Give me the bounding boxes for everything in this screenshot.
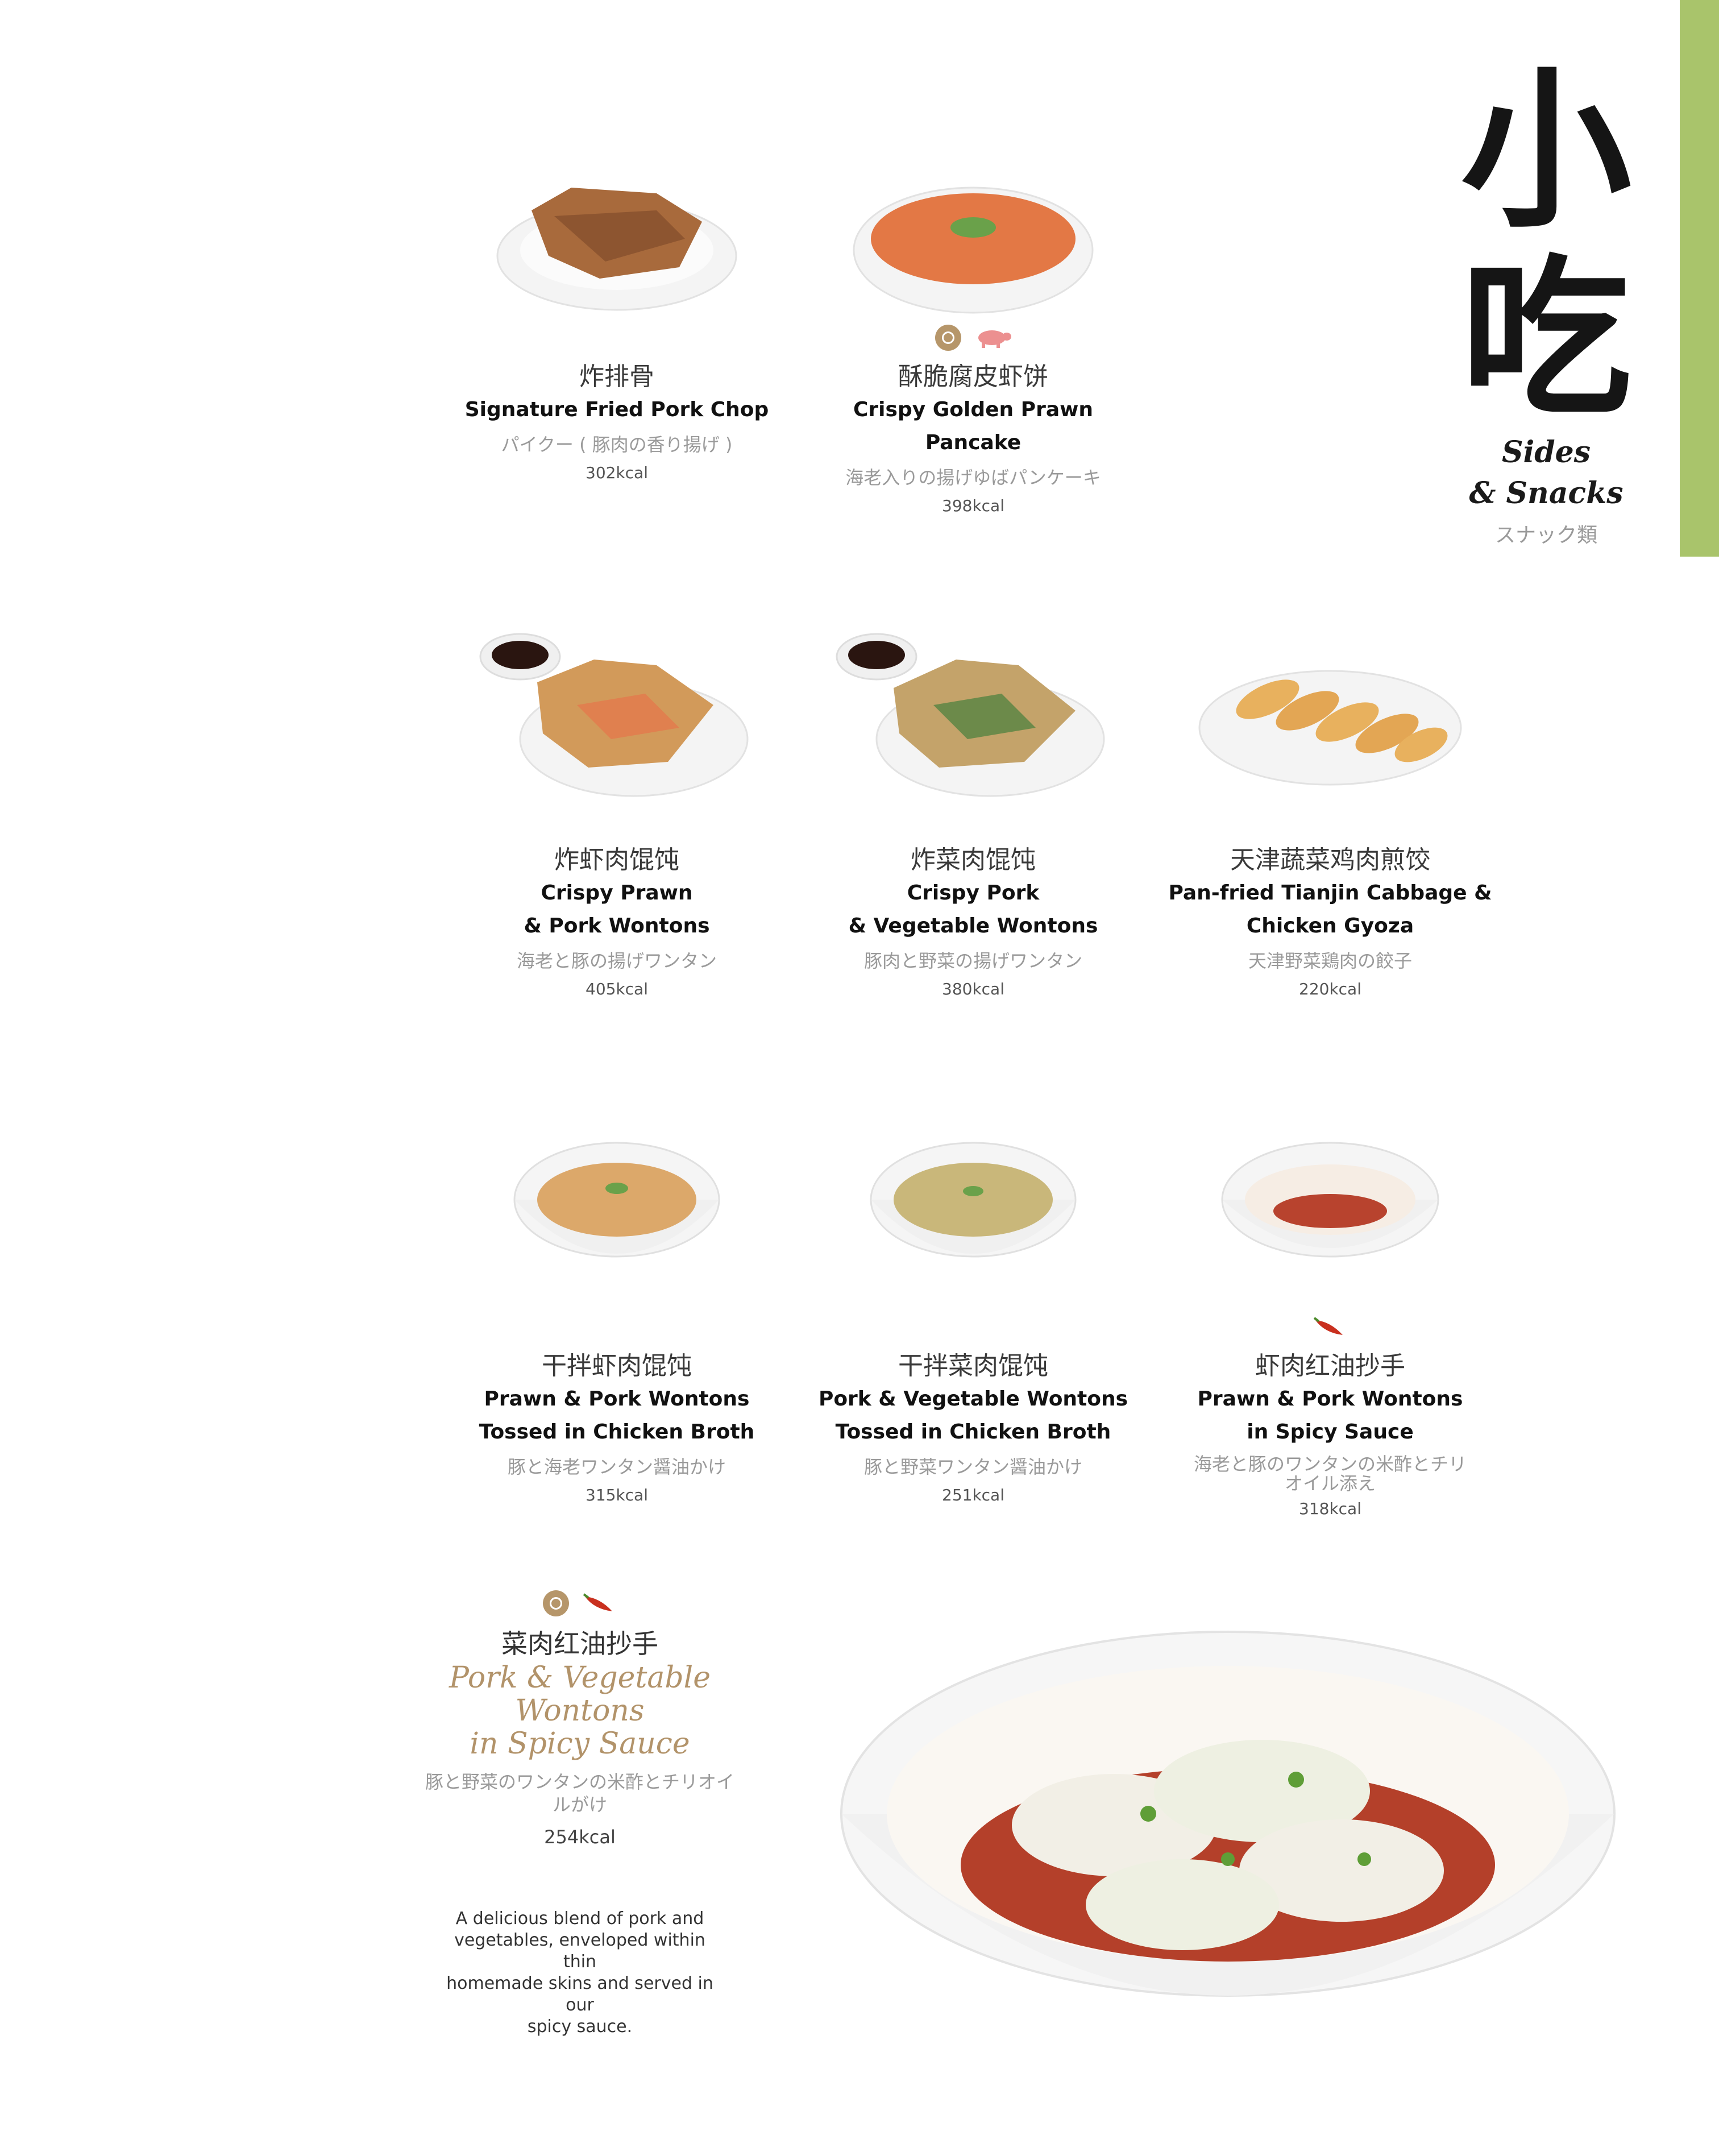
menu-item-prawn-pancake: 酥脆腐皮虾饼 Crispy Golden Prawn Pancake 海老入りの…: [803, 159, 1144, 517]
menu-item-pork-wontons-broth: 干拌菜肉馄饨 Pork & Vegetable Wontons Tossed i…: [803, 1137, 1144, 1507]
item-name-cn: 天津蔬菜鸡肉煎饺: [1230, 845, 1430, 874]
item-name-cn: 干拌菜肉馄饨: [898, 1351, 1048, 1380]
prawn-wontons-spicy-photo: [1221, 1142, 1439, 1258]
item-name-en-line1: Prawn & Pork Wontons: [1197, 1387, 1463, 1411]
section-title-en-line2: & Snacks: [1469, 476, 1624, 511]
item-name-cn: 酥脆腐皮虾饼: [898, 362, 1048, 391]
section-title-cn: 小吃: [1461, 50, 1631, 438]
feature-description: A delicious blend of pork and vegetables…: [438, 1908, 722, 2038]
feature-name-cn: 菜肉红油抄手: [501, 1628, 658, 1659]
item-name-en-line2: & Pork Wontons: [524, 914, 710, 938]
chili-icon: [583, 1593, 612, 1611]
section-title-jp: スナック類: [1494, 524, 1597, 547]
item-name-en: Crispy Golden Prawn Pancake: [853, 398, 1093, 454]
item-name-jp: 天津野菜鶏肉の餃子: [1248, 950, 1412, 972]
item-name-cn: 炸虾肉馄饨: [554, 845, 679, 874]
feature-item-pork-wontons-spicy: 菜肉红油抄手 Pork & Vegetable Wontons in Spicy…: [409, 1586, 750, 2038]
chili-icon: [1313, 1317, 1343, 1335]
item-kcal: 318kcal: [1299, 1499, 1361, 1518]
badge-row: [803, 321, 1144, 355]
feature-name-en-line1: Pork & Vegetable Wontons: [449, 1661, 711, 1728]
item-name-jp: 豚と海老ワンタン醤油かけ: [507, 1456, 726, 1478]
item-name-en-line1: Crispy Prawn: [541, 881, 693, 905]
item-name-jp: パイクー ( 豚肉の香り揚げ ): [501, 434, 733, 455]
item-name-en: Signature Fried Pork Chop: [464, 398, 769, 421]
feature-name-jp-line2: ルがけ: [552, 1794, 607, 1815]
item-name-en-line2: Tossed in Chicken Broth: [479, 1420, 755, 1444]
badge-row: [1160, 1310, 1501, 1344]
item-name-cn: 炸菜肉馄饨: [911, 845, 1036, 874]
pork-icon: [978, 330, 1011, 348]
item-kcal: 251kcal: [942, 1486, 1004, 1504]
item-name-en-line1: Crispy Pork: [907, 881, 1040, 905]
item-name-jp-line2: オイル添え: [1284, 1473, 1376, 1494]
signature-icon: [543, 1590, 569, 1616]
feature-kcal: 254kcal: [544, 1826, 616, 1848]
feature-wontons-photo: [840, 1631, 1616, 1997]
item-name-cn: 干拌虾肉馄饨: [542, 1351, 692, 1380]
pork-wontons-broth-photo: [870, 1142, 1077, 1258]
prawn-pancake-photo: [853, 186, 1094, 314]
item-name-en-line1: Pork & Vegetable Wontons: [818, 1387, 1128, 1411]
menu-item-fried-pork-chop: 炸排骨 Signature Fried Pork Chop パイクー ( 豚肉の…: [446, 159, 787, 484]
menu-item-tianjin-gyoza: 天津蔬菜鸡肉煎饺 Pan-fried Tianjin Cabbage & Chi…: [1160, 625, 1501, 1001]
item-name-en-line2: Tossed in Chicken Broth: [835, 1420, 1111, 1444]
item-name-en-line2: Chicken Gyoza: [1246, 914, 1414, 938]
item-name-en-line1: Prawn & Pork Wontons: [484, 1387, 750, 1411]
accent-strip: [1680, 0, 1719, 557]
feature-desc-line3: homemade skins and served in our: [446, 1973, 713, 2015]
item-kcal: 315kcal: [586, 1486, 648, 1504]
feature-desc-line2: vegetables, enveloped within thin: [454, 1930, 705, 1972]
badge-row: [446, 321, 787, 355]
item-kcal: 398kcal: [942, 496, 1004, 515]
item-name-jp: 海老と豚の揚げワンタン: [516, 950, 717, 972]
item-name-en-line2: & Vegetable Wontons: [848, 914, 1098, 938]
feature-desc-line1: A delicious blend of pork and: [455, 1909, 704, 1929]
menu-item-prawn-wontons-broth: 干拌虾肉馄饨 Prawn & Pork Wontons Tossed in Ch…: [446, 1137, 787, 1507]
item-name-cn: 虾肉红油抄手: [1255, 1351, 1405, 1380]
tianjin-gyoza-photo: [1198, 670, 1462, 786]
feature-name-jp-line1: 豚と野菜のワンタンの米酢とチリオイ: [425, 1771, 734, 1793]
menu-item-crispy-prawn-wontons: 炸虾肉馄饨 Crispy Prawn & Pork Wontons 海老と豚の揚…: [446, 625, 787, 1001]
crispy-prawn-wontons-photo: [479, 633, 749, 797]
item-kcal: 380kcal: [942, 980, 1004, 998]
crispy-pork-wontons-photo: [836, 633, 1105, 797]
signature-icon: [935, 325, 961, 351]
item-name-jp-line1: 海老と豚のワンタンの米酢とチリ: [1193, 1453, 1467, 1475]
feature-name-en-line2: in Spicy Sauce: [470, 1727, 690, 1761]
fried-pork-chop-photo: [496, 188, 737, 311]
item-name-en-line2: in Spicy Sauce: [1247, 1420, 1414, 1444]
menu-item-prawn-wontons-spicy: 虾肉红油抄手 Prawn & Pork Wontons in Spicy Sau…: [1160, 1137, 1501, 1520]
badge-row: [446, 1310, 787, 1344]
item-name-jp: 海老入りの揚げゆばパンケーキ: [845, 467, 1101, 488]
feature-desc-line4: spicy sauce.: [527, 2017, 633, 2037]
item-name-jp: 豚と野菜ワンタン醤油かけ: [863, 1456, 1082, 1478]
section-heading: 小吃 Sides & Snacks スナック類: [1432, 57, 1660, 548]
item-name-en-line1: Pan-fried Tianjin Cabbage &: [1168, 881, 1492, 905]
badge-row: [409, 1586, 750, 1620]
prawn-wontons-broth-photo: [513, 1142, 720, 1258]
item-name-jp: 豚肉と野菜の揚げワンタン: [863, 950, 1082, 972]
item-kcal: 405kcal: [586, 980, 648, 998]
badge-row: [803, 1310, 1144, 1344]
item-kcal: 302kcal: [586, 463, 648, 482]
item-kcal: 220kcal: [1299, 980, 1361, 998]
item-name-cn: 炸排骨: [579, 362, 654, 391]
menu-item-crispy-pork-wontons: 炸菜肉馄饨 Crispy Pork & Vegetable Wontons 豚肉…: [803, 625, 1144, 1001]
